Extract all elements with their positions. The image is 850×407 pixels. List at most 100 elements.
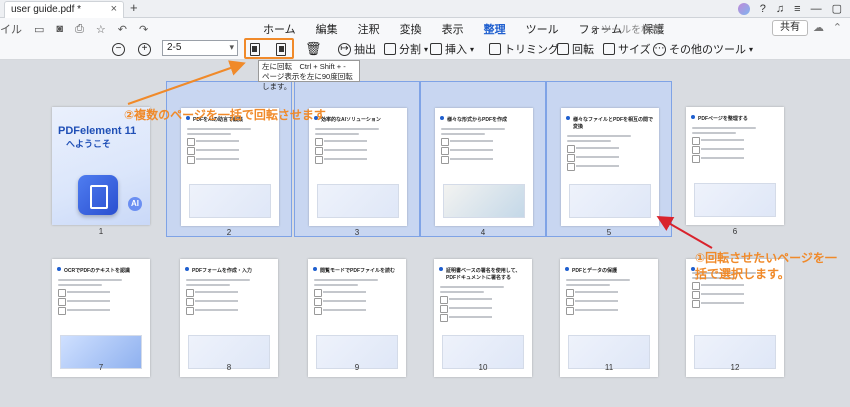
trim-label: トリミング (504, 44, 559, 56)
close-tab-icon[interactable]: × (111, 3, 117, 15)
organize-toolbar: − + 2-5 ▾ 🗑 ↦ 抽出 分割 ▾ 挿入 ▾ トリミング 回転 サイズ (0, 38, 850, 60)
page-thumbnail[interactable]: PDFページを整理する 6 (672, 81, 798, 237)
page-number: 11 (604, 363, 614, 372)
page-illustration (317, 184, 399, 218)
page-thumbnail[interactable]: 様々なファイルとPDFを相互の間で変換 5 (546, 81, 672, 237)
redo-icon[interactable]: ↷ (139, 23, 148, 36)
minimize-icon[interactable]: — (811, 3, 822, 15)
tooltip-description: ページ表示を左に90度回転します。 (262, 72, 353, 91)
split-button[interactable]: 分割 ▾ (384, 41, 428, 57)
page-thumbnail[interactable]: 効率的なAIソリューション 3 (294, 81, 420, 237)
collapse-icon[interactable]: ⌃ (833, 21, 842, 34)
page-number: 7 (98, 363, 104, 372)
annotation-rotate-note: ②複数のページを一括で回転させます (124, 108, 326, 122)
star-icon[interactable]: ☆ (96, 23, 106, 36)
zoom-out-icon: − (112, 42, 125, 56)
document-tab[interactable]: user guide.pdf * × (4, 1, 124, 18)
zoom-in-icon: + (138, 42, 151, 56)
delete-button[interactable]: 🗑 (305, 41, 322, 57)
page-illustration (189, 184, 271, 218)
page-thumbnail[interactable]: OCRでPDFのテキストを認識 7 (38, 233, 164, 389)
page-range-value: 2-5 (167, 42, 182, 53)
page-preview: PDFとデータの保護 (560, 259, 658, 377)
notification-icon[interactable]: ♫ (776, 3, 784, 15)
page-number: 10 (478, 363, 488, 372)
page-title: PDFページを整理する (686, 107, 784, 124)
tooltip-shortcut: 左に回転 Ctrl + Shift + - (262, 62, 346, 71)
page-number: 8 (226, 363, 232, 372)
tool-search[interactable]: ⚲ ツールを検索 (591, 21, 661, 36)
split-icon (384, 43, 396, 55)
page-title: 様々なファイルとPDFを相互の間で変換 (561, 108, 659, 132)
print-icon[interactable]: ⎙ (75, 23, 84, 36)
rotate-icon (557, 43, 569, 55)
trash-icon: 🗑 (305, 41, 322, 56)
resize-icon (603, 43, 615, 55)
save-icon[interactable]: ◙ (56, 23, 63, 35)
undo-icon[interactable]: ↶ (118, 23, 127, 36)
page-illustration (443, 184, 525, 218)
search-icon: ⚲ (591, 25, 599, 36)
more-icon: ⋯ (653, 42, 666, 56)
page-preview: PDFページを整理する (686, 107, 784, 225)
insert-label: 挿入 (445, 44, 467, 56)
rotate-left-button[interactable] (250, 41, 260, 57)
page-preview: 様々な形式からPDFを作成 (435, 108, 533, 226)
search-input[interactable]: ツールを検索 (601, 25, 661, 36)
rotate-right-icon (276, 42, 286, 56)
pdfelement-logo-icon (78, 175, 118, 215)
page-preview: 証明書ベースの署名を使用して、PDFドキュメントに署名する (434, 259, 532, 377)
page-number: 12 (730, 363, 740, 372)
rotate-label: 回転 (572, 44, 594, 56)
menu-icon[interactable]: ≡ (794, 3, 800, 15)
file-icon[interactable]: ▭ (34, 23, 44, 36)
avatar[interactable] (737, 2, 750, 15)
page-thumbnail[interactable]: PDFelement 11 へようこそ AI 1 (38, 81, 164, 237)
cloud-icon[interactable]: ☁ (813, 21, 824, 34)
trim-button[interactable]: トリミング (489, 41, 559, 57)
cover-welcome: へようこそ (66, 139, 112, 149)
file-menu[interactable]: イル (0, 21, 22, 37)
size-label: サイズ (618, 44, 651, 56)
page-preview: PDFelement 11 へようこそ AI (52, 107, 150, 225)
window-controls: ? ♫ ≡ — ▢ (737, 2, 842, 15)
page-preview: PDFフォームを作成・入力 (180, 259, 278, 377)
page-illustration (569, 184, 651, 218)
maximize-icon[interactable]: ▢ (832, 2, 842, 15)
zoom-in-button[interactable]: + (138, 41, 151, 57)
rotate-button[interactable]: 回転 (557, 41, 594, 57)
extract-button[interactable]: ↦ 抽出 (338, 41, 376, 57)
page-title: OCRでPDFのテキストを認識 (52, 259, 150, 276)
share-button[interactable]: 共有 (772, 20, 808, 36)
more-tools-label: その他のツール (669, 44, 746, 56)
rotate-left-tooltip: 左に回転 Ctrl + Shift + - ページ表示を左に90度回転します。 (258, 60, 360, 91)
chevron-down-icon: ▾ (424, 44, 429, 54)
size-button[interactable]: サイズ (603, 41, 651, 57)
page-thumbnail[interactable]: PDFフォームを作成・入力 8 (166, 233, 292, 389)
new-tab-button[interactable]: + (130, 0, 138, 15)
page-number: 9 (354, 363, 360, 372)
chevron-down-icon[interactable]: ▾ (229, 42, 234, 53)
menu-bar: イル ▭ ◙ ⎙ ☆ ↶ ↷ ホーム 編集 注釈 変換 表示 整理 ツール フォ… (0, 18, 850, 40)
help-icon[interactable]: ? (760, 3, 766, 15)
cover-brand: PDFelement 11 (58, 125, 137, 137)
page-thumbnail[interactable]: PDFをAIの助言で編集 2 (166, 81, 292, 237)
title-bar: user guide.pdf * × + ? ♫ ≡ — ▢ (0, 0, 850, 18)
page-illustration (694, 183, 776, 217)
page-thumbnail[interactable]: 様々な形式からPDFを作成 4 (420, 81, 546, 237)
rotate-right-button[interactable] (276, 41, 286, 57)
page-thumbnail[interactable]: 閲覧モードでPDFファイルを読む 9 (294, 233, 420, 389)
insert-button[interactable]: 挿入 ▾ (430, 41, 474, 57)
page-thumbnail[interactable]: 証明書ベースの署名を使用して、PDFドキュメントに署名する 10 (420, 233, 546, 389)
page-title: PDFとデータの保護 (560, 259, 658, 276)
zoom-out-button[interactable]: − (112, 41, 125, 57)
insert-icon (430, 43, 442, 55)
ai-badge: AI (128, 197, 142, 211)
page-thumbnail[interactable]: PDFとデータの保護 11 (546, 233, 672, 389)
chevron-down-icon: ▾ (749, 44, 754, 54)
page-range-input[interactable]: 2-5 ▾ (162, 40, 238, 56)
annotation-select-note: ①回転させたいページを一括で選択します。 (695, 251, 837, 281)
page-title: 閲覧モードでPDFファイルを読む (308, 259, 406, 276)
page-preview: 効率的なAIソリューション (309, 108, 407, 226)
more-tools-button[interactable]: ⋯ その他のツール ▾ (653, 41, 753, 57)
